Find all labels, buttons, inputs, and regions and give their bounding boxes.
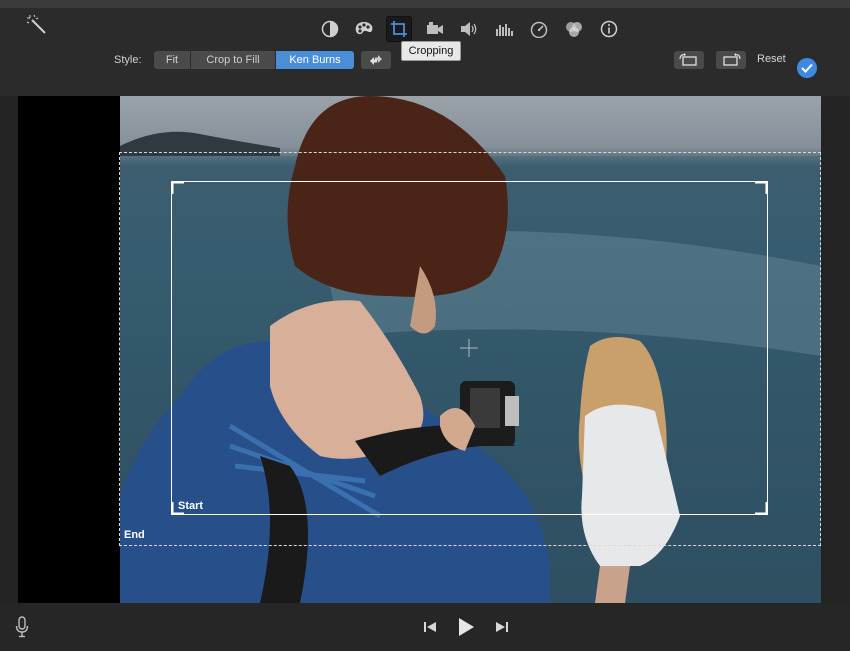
color-balance-icon[interactable] bbox=[317, 16, 343, 42]
stabilization-camera-icon[interactable] bbox=[421, 16, 447, 42]
skip-forward-icon bbox=[496, 622, 508, 632]
style-fit-button[interactable]: Fit bbox=[154, 51, 190, 69]
skip-back-icon bbox=[424, 622, 436, 632]
apply-button[interactable] bbox=[797, 58, 817, 78]
rotate-left-button[interactable] bbox=[674, 51, 704, 69]
filters-icon[interactable] bbox=[561, 16, 587, 42]
rotate-clockwise-icon bbox=[723, 53, 741, 66]
start-frame-handle-bottom-right[interactable] bbox=[754, 501, 769, 516]
start-frame-handle-top-left[interactable] bbox=[170, 180, 185, 195]
skip-back-button[interactable] bbox=[420, 615, 440, 639]
volume-icon[interactable] bbox=[456, 16, 482, 42]
rotate-counterclockwise-icon bbox=[679, 53, 697, 66]
crop-icon[interactable] bbox=[386, 16, 412, 42]
cropping-tooltip: Cropping bbox=[401, 41, 461, 61]
info-icon[interactable] bbox=[596, 16, 622, 42]
rotate-right-button[interactable] bbox=[716, 51, 746, 69]
start-frame-label: Start bbox=[178, 500, 204, 512]
checkmark-icon bbox=[801, 63, 813, 73]
style-crop-to-fill-button[interactable]: Crop to Fill bbox=[191, 51, 275, 69]
swap-start-end-button[interactable] bbox=[361, 51, 391, 69]
style-label: Style: bbox=[114, 54, 142, 66]
skip-forward-button[interactable] bbox=[492, 615, 512, 639]
reset-button[interactable]: Reset bbox=[757, 53, 786, 65]
style-ken-burns-button[interactable]: Ken Burns bbox=[276, 51, 354, 69]
crosshair-icon bbox=[460, 339, 478, 357]
magic-wand-icon[interactable] bbox=[26, 14, 48, 36]
swap-arrows-icon bbox=[370, 55, 382, 65]
speed-gauge-icon[interactable] bbox=[526, 16, 552, 42]
noise-reduction-icon[interactable] bbox=[491, 16, 517, 42]
end-frame-label: End bbox=[124, 529, 145, 541]
microphone-icon[interactable] bbox=[15, 616, 29, 638]
play-icon bbox=[459, 618, 474, 636]
play-button[interactable] bbox=[453, 615, 479, 639]
start-frame-handle-top-right[interactable] bbox=[754, 180, 769, 195]
color-correction-icon[interactable] bbox=[351, 16, 377, 42]
window-top-strip bbox=[0, 0, 850, 8]
